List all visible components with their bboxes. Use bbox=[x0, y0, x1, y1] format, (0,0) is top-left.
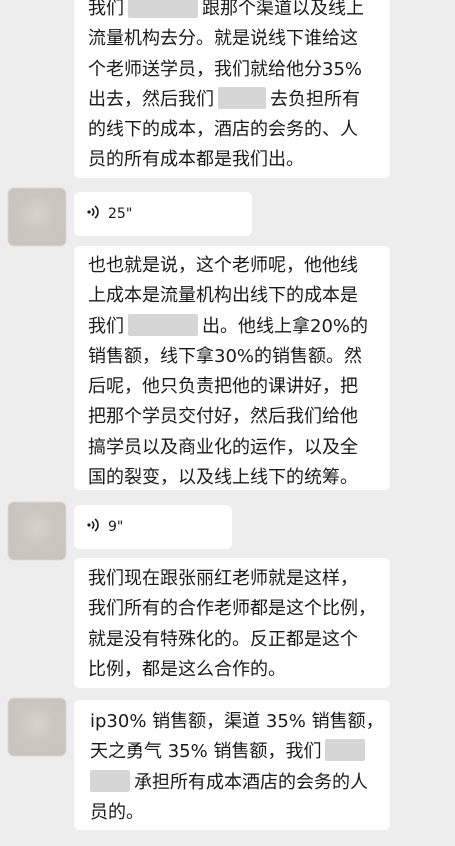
voice-wave-icon bbox=[86, 204, 108, 224]
avatar[interactable] bbox=[8, 502, 66, 560]
message-line: 员的所有成本都是我们出。 bbox=[88, 149, 304, 171]
avatar[interactable] bbox=[8, 698, 66, 756]
message-line: 我们现在跟张丽红老师就是这样， bbox=[88, 568, 358, 589]
message-line: 比例，都是这么合作的。 bbox=[88, 658, 286, 680]
line-text: 出去，然后我们 bbox=[88, 88, 214, 110]
redacted-text-block bbox=[128, 0, 198, 18]
message-line: 销售额，线下拿30%的销售额。然 bbox=[88, 345, 363, 367]
message-line: 上成本是流量机构出线下的成本是 bbox=[88, 285, 358, 307]
message-line: 就是没有特殊化的。反正都是这个 bbox=[88, 628, 358, 650]
voice-duration: 25" bbox=[108, 206, 133, 222]
line-text: 去负担所有 bbox=[270, 88, 360, 110]
redacted-text-block bbox=[128, 313, 198, 336]
line-text: 我们 bbox=[88, 315, 124, 337]
message-line: 我们所有的合作老师都是这个比例， bbox=[88, 598, 376, 620]
line-text: 出。他线上拿20%的 bbox=[202, 315, 369, 337]
line-text: 跟那个渠道以及线上 bbox=[202, 0, 364, 19]
message-bubble-6[interactable]: ip30% 销售额，渠道 35% 销售额， 天之勇气 35% 销售额，我们 承担… bbox=[74, 700, 390, 830]
message-line: 的线下的成本，酒店的会务的、人 bbox=[88, 119, 358, 141]
line-text: 天之勇气 35% 销售额，我们 bbox=[90, 741, 322, 763]
message-line: 个老师送学员，我们就给他分35% bbox=[88, 58, 363, 80]
line-text: 承担所有成本酒店的会务的人 bbox=[134, 771, 368, 793]
message-bubble-3[interactable]: 也也就是说，这个老师呢，他他线 上成本是流量机构出线下的成本是 我们 出。他线上拿… bbox=[74, 246, 390, 490]
message-line: 也也就是说，这个老师呢，他他线 bbox=[88, 255, 358, 276]
message-line: 出去，然后我们 去负担所有 bbox=[88, 85, 374, 115]
message-line: 我们 出。他线上拿20%的 bbox=[88, 312, 374, 342]
voice-duration: 9" bbox=[108, 519, 124, 535]
message-bubble-1[interactable]: 我们 跟那个渠道以及线上 流量机构去分。就是说线下谁给这 个老师送学员，我们就给他… bbox=[74, 0, 390, 178]
message-line: 员的。 bbox=[90, 801, 144, 823]
message-line: ip30% 销售额，渠道 35% 销售额， bbox=[90, 711, 384, 732]
voice-message-1[interactable]: 25" bbox=[74, 192, 252, 236]
message-line: 流量机构去分。就是说线下谁给这 bbox=[88, 28, 358, 50]
message-line: 搞学员以及商业化的运作，以及全 bbox=[88, 436, 358, 458]
message-line: 把那个学员交付好，然后我们给他 bbox=[88, 406, 358, 428]
redacted-text-block bbox=[325, 739, 366, 762]
line-text: 我们 bbox=[88, 0, 124, 19]
message-line: 后呢，他只负责把他的课讲好，把 bbox=[88, 376, 358, 398]
redacted-text-block bbox=[218, 86, 266, 109]
redacted-text-block bbox=[90, 769, 130, 792]
message-line: 天之勇气 35% 销售额，我们 bbox=[90, 737, 374, 767]
avatar[interactable] bbox=[8, 188, 66, 246]
message-line: 国的裂变，以及线上线下的统筹。 bbox=[88, 467, 358, 489]
message-bubble-5[interactable]: 我们现在跟张丽红老师就是这样， 我们所有的合作老师都是这个比例， 就是没有特殊化… bbox=[74, 558, 390, 688]
voice-message-2[interactable]: 9" bbox=[74, 505, 232, 549]
message-line: 承担所有成本酒店的会务的人 bbox=[90, 768, 374, 798]
message-line: 我们 跟那个渠道以及线上 bbox=[88, 0, 374, 24]
voice-wave-icon bbox=[86, 517, 108, 537]
